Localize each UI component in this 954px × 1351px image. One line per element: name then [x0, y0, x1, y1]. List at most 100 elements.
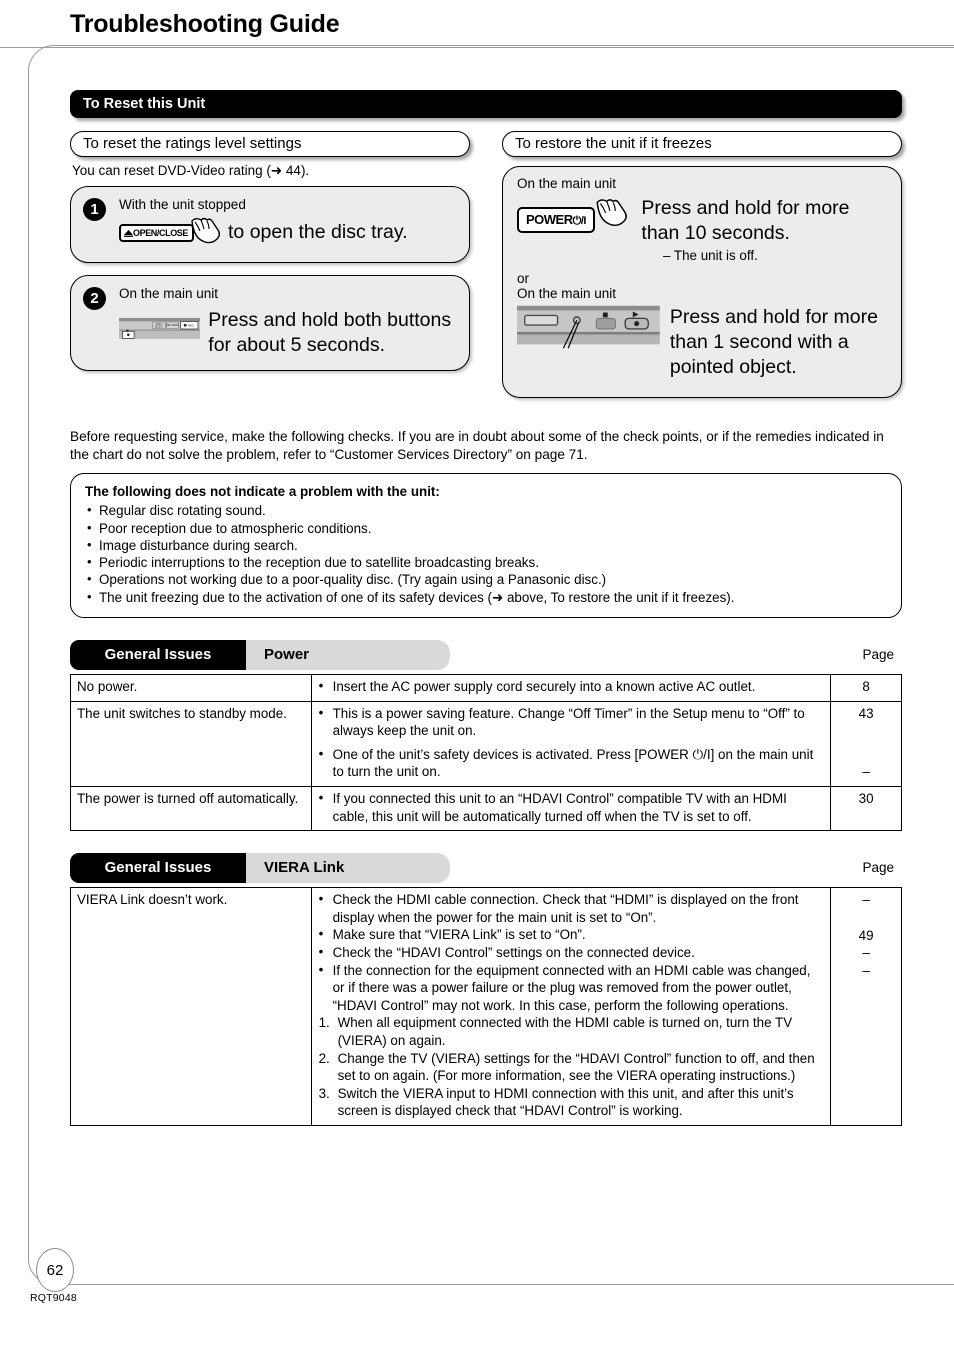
- subsection-title-restore-unit: To restore the unit if it freezes: [502, 131, 902, 157]
- table-header-power: General Issues Power Page: [70, 640, 902, 671]
- table-row: VIERA Link doesn’t work. Check the HDMI …: [70, 887, 902, 1126]
- page-column-label-power: Page: [862, 647, 894, 663]
- page-ref: 43: [858, 705, 874, 721]
- eject-triangle-icon: [124, 229, 133, 237]
- note-box-list: Regular disc rotating sound. Poor recept…: [85, 501, 887, 606]
- page-title: Troubleshooting Guide: [70, 10, 340, 38]
- remedy-item: Make sure that “VIERA Link” is set to “O…: [318, 925, 825, 944]
- page-number-badge: 62: [36, 1248, 74, 1292]
- power-button-label: POWER: [526, 212, 573, 227]
- power-button-graphic: POWER⏻/I: [517, 207, 595, 233]
- remedy-cell: Insert the AC power supply cord securely…: [310, 674, 832, 702]
- list-item: Regular disc rotating sound.: [85, 501, 887, 519]
- remedy-cell: This is a power saving feature. Change “…: [310, 700, 832, 788]
- restore-unit-column: To restore the unit if it freezes On the…: [502, 131, 902, 410]
- subsection-title-reset-ratings: To reset the ratings level settings: [70, 131, 470, 157]
- numbered-step-index: 3.: [318, 1085, 330, 1101]
- reset-step-2: 2 On the main unit INPUT SELECT REC MODE: [70, 275, 470, 371]
- numbered-step-text: Switch the VIERA input to HDMI connectio…: [337, 1085, 794, 1119]
- page-ref: 30: [858, 791, 874, 807]
- topic-label-viera: VIERA Link: [246, 853, 450, 884]
- step-2-instruction: Press and hold both buttons for about 5 …: [208, 309, 452, 356]
- open-close-button-label: OPEN/CLOSE: [133, 227, 189, 238]
- svg-text:REC MODE: REC MODE: [166, 325, 179, 327]
- list-item: The unit freezing due to the activation …: [85, 588, 887, 606]
- intro-paragraph: Before requesting service, make the foll…: [70, 429, 884, 462]
- page-content: To Reset this Unit To reset the ratings …: [70, 90, 902, 1126]
- front-panel-graphic-rec: INPUT SELECT REC MODE REC: [119, 317, 201, 339]
- step-number-2: 2: [83, 287, 106, 310]
- page-ref: –: [862, 764, 870, 780]
- step-1-instruction: to open the disc tray.: [228, 221, 408, 243]
- svg-text:SELECT: SELECT: [155, 327, 165, 329]
- numbered-step-index: 1.: [318, 1015, 330, 1031]
- document-code: RQT9048: [30, 1292, 77, 1304]
- symptom-cell: The unit switches to standby mode.: [70, 700, 312, 788]
- page-cell: – 49 – –: [830, 887, 902, 1126]
- numbered-step-index: 2.: [318, 1050, 330, 1066]
- reset-step-1: 1 With the unit stopped OPEN/CLOSE to op…: [70, 186, 470, 263]
- pointing-hand-icon-2: [593, 196, 629, 233]
- remedy-item: One of the unit’s safety devices is acti…: [318, 745, 825, 781]
- list-item: Operations not working due to a poor-qua…: [85, 570, 887, 588]
- topic-label-power: Power: [246, 640, 450, 671]
- page-ref: 49: [858, 927, 874, 943]
- table-header-viera-link: General Issues VIERA Link Page: [70, 853, 902, 884]
- step-number-1: 1: [83, 198, 106, 221]
- numbered-step: 1. When all equipment connected with the …: [318, 1014, 825, 1049]
- restore-caption-1: On the main unit: [517, 176, 617, 191]
- list-item: Periodic interruptions to the reception …: [85, 553, 887, 571]
- header-rule: [0, 47, 954, 48]
- remedy-item: If the connection for the equipment conn…: [318, 961, 825, 1015]
- page-cell: 43 –: [830, 700, 902, 788]
- page-cell: 30: [830, 786, 902, 832]
- list-item: Image disturbance during search.: [85, 536, 887, 554]
- step-2-caption: On the main unit: [119, 286, 219, 301]
- svg-text:REC: REC: [188, 323, 194, 327]
- footer-rule: [64, 1284, 954, 1285]
- note-box: The following does not indicate a proble…: [70, 473, 902, 619]
- page-ref: –: [862, 963, 870, 979]
- reset-ratings-column: To reset the ratings level settings You …: [70, 131, 470, 410]
- page-column-label-viera: Page: [862, 860, 894, 876]
- remedy-item: Check the “HDAVI Control” settings on th…: [318, 943, 825, 962]
- remedy-cell: If you connected this unit to an “HDAVI …: [310, 786, 832, 832]
- restore-caption-2: On the main unit: [517, 286, 617, 301]
- restore-unit-box: On the main unit POWER⏻/I Press and hold…: [502, 166, 902, 398]
- numbered-step: 3. Switch the VIERA input to HDMI connect…: [318, 1085, 825, 1120]
- reset-ratings-hint: You can reset DVD-Video rating (➜ 44).: [72, 163, 310, 178]
- troubleshooting-table-power: No power. Insert the AC power supply cor…: [70, 674, 902, 832]
- general-issues-label-viera: General Issues: [70, 853, 246, 884]
- remedy-cell: Check the HDMI cable connection. Check t…: [310, 887, 832, 1126]
- table-row: The unit switches to standby mode. This …: [70, 700, 902, 788]
- power-symbol: ⏻/I: [572, 215, 587, 227]
- open-close-button-graphic: OPEN/CLOSE: [119, 223, 195, 242]
- list-item: Poor reception due to atmospheric condit…: [85, 519, 887, 537]
- page-ref: –: [862, 945, 870, 961]
- troubleshooting-table-viera-link: VIERA Link doesn’t work. Check the HDMI …: [70, 887, 902, 1126]
- reset-columns: To reset the ratings level settings You …: [70, 131, 902, 410]
- svg-text:INPUT: INPUT: [156, 324, 164, 326]
- page-ref: 8: [862, 679, 870, 695]
- restore-or-label: or: [517, 271, 530, 286]
- restore-sub-note-1: – The unit is off.: [663, 248, 758, 263]
- remedy-item: If you connected this unit to an “HDAVI …: [318, 789, 825, 825]
- remedy-item: This is a power saving feature. Change “…: [318, 704, 825, 740]
- pointing-hand-icon: [188, 215, 222, 250]
- general-issues-label-power: General Issues: [70, 640, 246, 671]
- note-box-title: The following does not indicate a proble…: [85, 484, 440, 499]
- section-header-reset: To Reset this Unit: [70, 90, 902, 118]
- table-row: No power. Insert the AC power supply cor…: [70, 674, 902, 702]
- restore-instruction-2: Press and hold for more than 1 second wi…: [669, 306, 878, 378]
- remedy-item: Check the HDMI cable connection. Check t…: [318, 890, 825, 926]
- step-1-caption: With the unit stopped: [119, 197, 246, 212]
- numbered-step: 2. Change the TV (VIERA) settings for the…: [318, 1050, 825, 1085]
- numbered-step-text: Change the TV (VIERA) settings for the “…: [337, 1050, 815, 1084]
- remedy-item: Insert the AC power supply cord securely…: [318, 677, 825, 696]
- front-panel-graphic-reset-hole: [517, 305, 660, 349]
- page-cell: 8: [830, 674, 902, 702]
- numbered-step-text: When all equipment connected with the HD…: [337, 1015, 793, 1048]
- page-ref: –: [862, 892, 870, 908]
- symptom-cell: The power is turned off automatically.: [70, 786, 312, 832]
- symptom-cell: No power.: [70, 674, 312, 702]
